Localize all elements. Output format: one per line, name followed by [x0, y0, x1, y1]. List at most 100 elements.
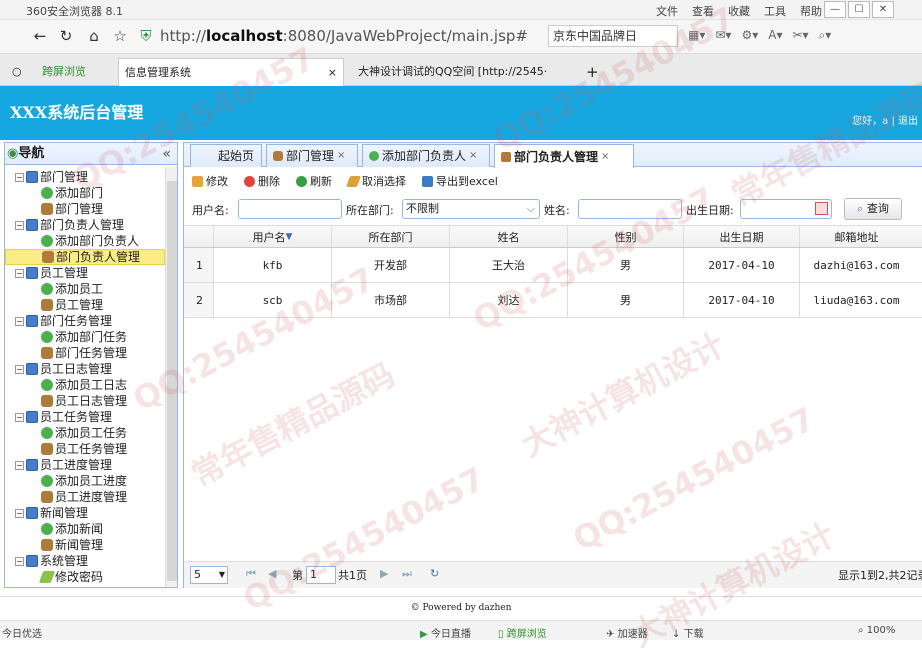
menu-help[interactable]: 帮助	[800, 3, 822, 19]
col-dept[interactable]: 所在部门	[332, 226, 450, 247]
page-number-input[interactable]: 1	[306, 566, 336, 584]
dept-select[interactable]: 不限制 ⌵	[402, 199, 540, 219]
nav-item[interactable]: 新闻管理	[5, 537, 165, 553]
nav-group[interactable]: − 部门负责人管理	[5, 217, 165, 233]
status-cross-screen[interactable]: ▯ 跨屏浏览	[498, 625, 547, 640]
refresh-icon[interactable]: ↻	[56, 26, 76, 46]
col-gender[interactable]: 性别	[568, 226, 684, 247]
nav-item[interactable]: 部门负责人管理	[5, 249, 165, 265]
screenshot-icon[interactable]: ✂▾	[792, 28, 808, 43]
next-page-icon[interactable]: ▶	[380, 567, 388, 580]
home-icon[interactable]: ⌂	[84, 26, 104, 46]
mail-icon[interactable]: ✉▾	[715, 28, 731, 43]
nav-item[interactable]: 员工任务管理	[5, 441, 165, 457]
status-accelerator[interactable]: ✈ 加速器	[606, 625, 648, 640]
nav-item[interactable]: 修改密码	[5, 569, 165, 585]
username-input[interactable]	[238, 199, 342, 219]
nav-scrollbar[interactable]	[165, 167, 177, 587]
col-name[interactable]: 姓名	[450, 226, 568, 247]
col-username[interactable]: 用户名 ▼	[214, 226, 332, 247]
edit-button[interactable]: 修改	[192, 173, 228, 189]
nav-item[interactable]: 添加员工日志	[5, 377, 165, 393]
nav-group[interactable]: − 员工日志管理	[5, 361, 165, 377]
settings-icon[interactable]: ⚙▾	[741, 28, 758, 43]
status-live[interactable]: ▶ 今日直播	[420, 625, 471, 640]
last-page-icon[interactable]: ⏭	[402, 567, 412, 581]
tab-dept-head-manage[interactable]: 部门负责人管理 ×	[494, 144, 634, 168]
nav-group[interactable]: − 员工管理	[5, 265, 165, 281]
menu-tools[interactable]: 工具	[764, 3, 786, 19]
name-input[interactable]	[578, 199, 682, 219]
minimize-button[interactable]: —	[824, 1, 846, 18]
export-excel-button[interactable]: 导出到excel	[422, 173, 498, 189]
nav-item[interactable]: 添加员工进度	[5, 473, 165, 489]
collapse-toggle-icon[interactable]: −	[15, 364, 24, 374]
unselect-button[interactable]: 取消选择	[345, 173, 406, 189]
menu-view[interactable]: 查看	[692, 3, 714, 19]
tab-dept-manage[interactable]: 部门管理 ×	[266, 144, 358, 167]
user-logout-text[interactable]: 您好，a | 退出	[852, 112, 918, 127]
star-icon[interactable]: ☆	[110, 26, 130, 46]
tab-add-dept-head[interactable]: 添加部门负责人 ×	[362, 144, 490, 167]
browser-tab-info-system[interactable]: 信息管理系统 ×	[118, 58, 344, 86]
search-button[interactable]: ⌕ 查询	[844, 198, 902, 220]
nav-item[interactable]: 部门任务管理	[5, 345, 165, 361]
back-icon[interactable]: ←	[30, 26, 50, 46]
status-left-text[interactable]: 今日优选	[2, 625, 42, 640]
close-tab-icon[interactable]: ×	[328, 59, 337, 86]
delete-button[interactable]: 删除	[244, 173, 280, 189]
nav-group[interactable]: − 员工任务管理	[5, 409, 165, 425]
col-birth[interactable]: 出生日期	[684, 226, 800, 247]
nav-item[interactable]: 添加新闻	[5, 521, 165, 537]
scrollbar-thumb[interactable]	[167, 181, 177, 581]
url-field[interactable]: http://localhost:8080/JavaWebProject/mai…	[160, 25, 540, 47]
nav-item[interactable]: 添加部门	[5, 185, 165, 201]
nav-group[interactable]: − 新闻管理	[5, 505, 165, 521]
browser-tab-cross-screen[interactable]: 跨屏浏览	[36, 58, 112, 86]
birth-date-input[interactable]	[740, 199, 832, 219]
nav-item[interactable]: 添加部门负责人	[5, 233, 165, 249]
nav-group[interactable]: − 系统管理	[5, 553, 165, 569]
browser-tab-qq-space[interactable]: 大神设计调试的QQ空间 [http://2545·	[352, 58, 578, 86]
collapse-toggle-icon[interactable]: −	[15, 316, 24, 326]
calendar-icon[interactable]	[815, 202, 828, 215]
nav-group[interactable]: − 部门任务管理	[5, 313, 165, 329]
nav-item[interactable]: 员工进度管理	[5, 489, 165, 505]
close-tab-icon[interactable]: ×	[601, 146, 609, 168]
apps-icon[interactable]: ▦▾	[688, 28, 705, 43]
close-tab-icon[interactable]: ×	[337, 145, 345, 167]
nav-item[interactable]: 添加部门任务	[5, 329, 165, 345]
nav-group[interactable]: − 员工进度管理	[5, 457, 165, 473]
first-page-icon[interactable]: ⏮	[246, 567, 256, 581]
page-size-select[interactable]: 5 ▼	[190, 566, 228, 584]
reload-icon[interactable]: ↻	[430, 567, 439, 580]
collapse-toggle-icon[interactable]: −	[15, 412, 24, 422]
status-download[interactable]: ↓ 下载	[672, 625, 704, 640]
close-tab-icon[interactable]: ×	[469, 145, 477, 167]
menu-favorites[interactable]: 收藏	[728, 3, 750, 19]
maximize-button[interactable]: ☐	[848, 1, 870, 18]
collapse-toggle-icon[interactable]: −	[15, 508, 24, 518]
nav-item[interactable]: 部门管理	[5, 201, 165, 217]
restore-icon[interactable]: ○	[6, 58, 34, 86]
nav-item[interactable]: 添加员工	[5, 281, 165, 297]
close-window-button[interactable]: ✕	[872, 1, 894, 18]
collapse-toggle-icon[interactable]: −	[15, 460, 24, 470]
collapse-toggle-icon[interactable]: −	[15, 220, 24, 230]
tab-start-page[interactable]: 起始页	[190, 144, 262, 167]
nav-group[interactable]: − 部门管理	[5, 169, 165, 185]
collapse-toggle-icon[interactable]: −	[15, 268, 24, 278]
table-row[interactable]: 2 scb 市场部 刘达男 2017-04-10 liuda@163.com	[184, 283, 922, 318]
nav-item[interactable]: 添加员工任务	[5, 425, 165, 441]
table-row[interactable]: 1 kfb 开发部 王大治男 2017-04-10 dazhi@163.com	[184, 248, 922, 283]
search-icon[interactable]: ⌕▾	[819, 28, 832, 43]
new-tab-button[interactable]: +	[580, 58, 600, 86]
nav-item[interactable]: 员工管理	[5, 297, 165, 313]
zoom-level[interactable]: ⌕ 100%	[858, 625, 895, 636]
translate-icon[interactable]: A▾	[768, 28, 782, 43]
col-email[interactable]: 邮箱地址	[800, 226, 913, 247]
refresh-button[interactable]: 刷新	[296, 173, 332, 189]
browser-search-input[interactable]: 京东中国品牌日	[548, 25, 678, 47]
menu-file[interactable]: 文件	[656, 3, 678, 19]
collapse-icon[interactable]: «	[162, 143, 171, 165]
